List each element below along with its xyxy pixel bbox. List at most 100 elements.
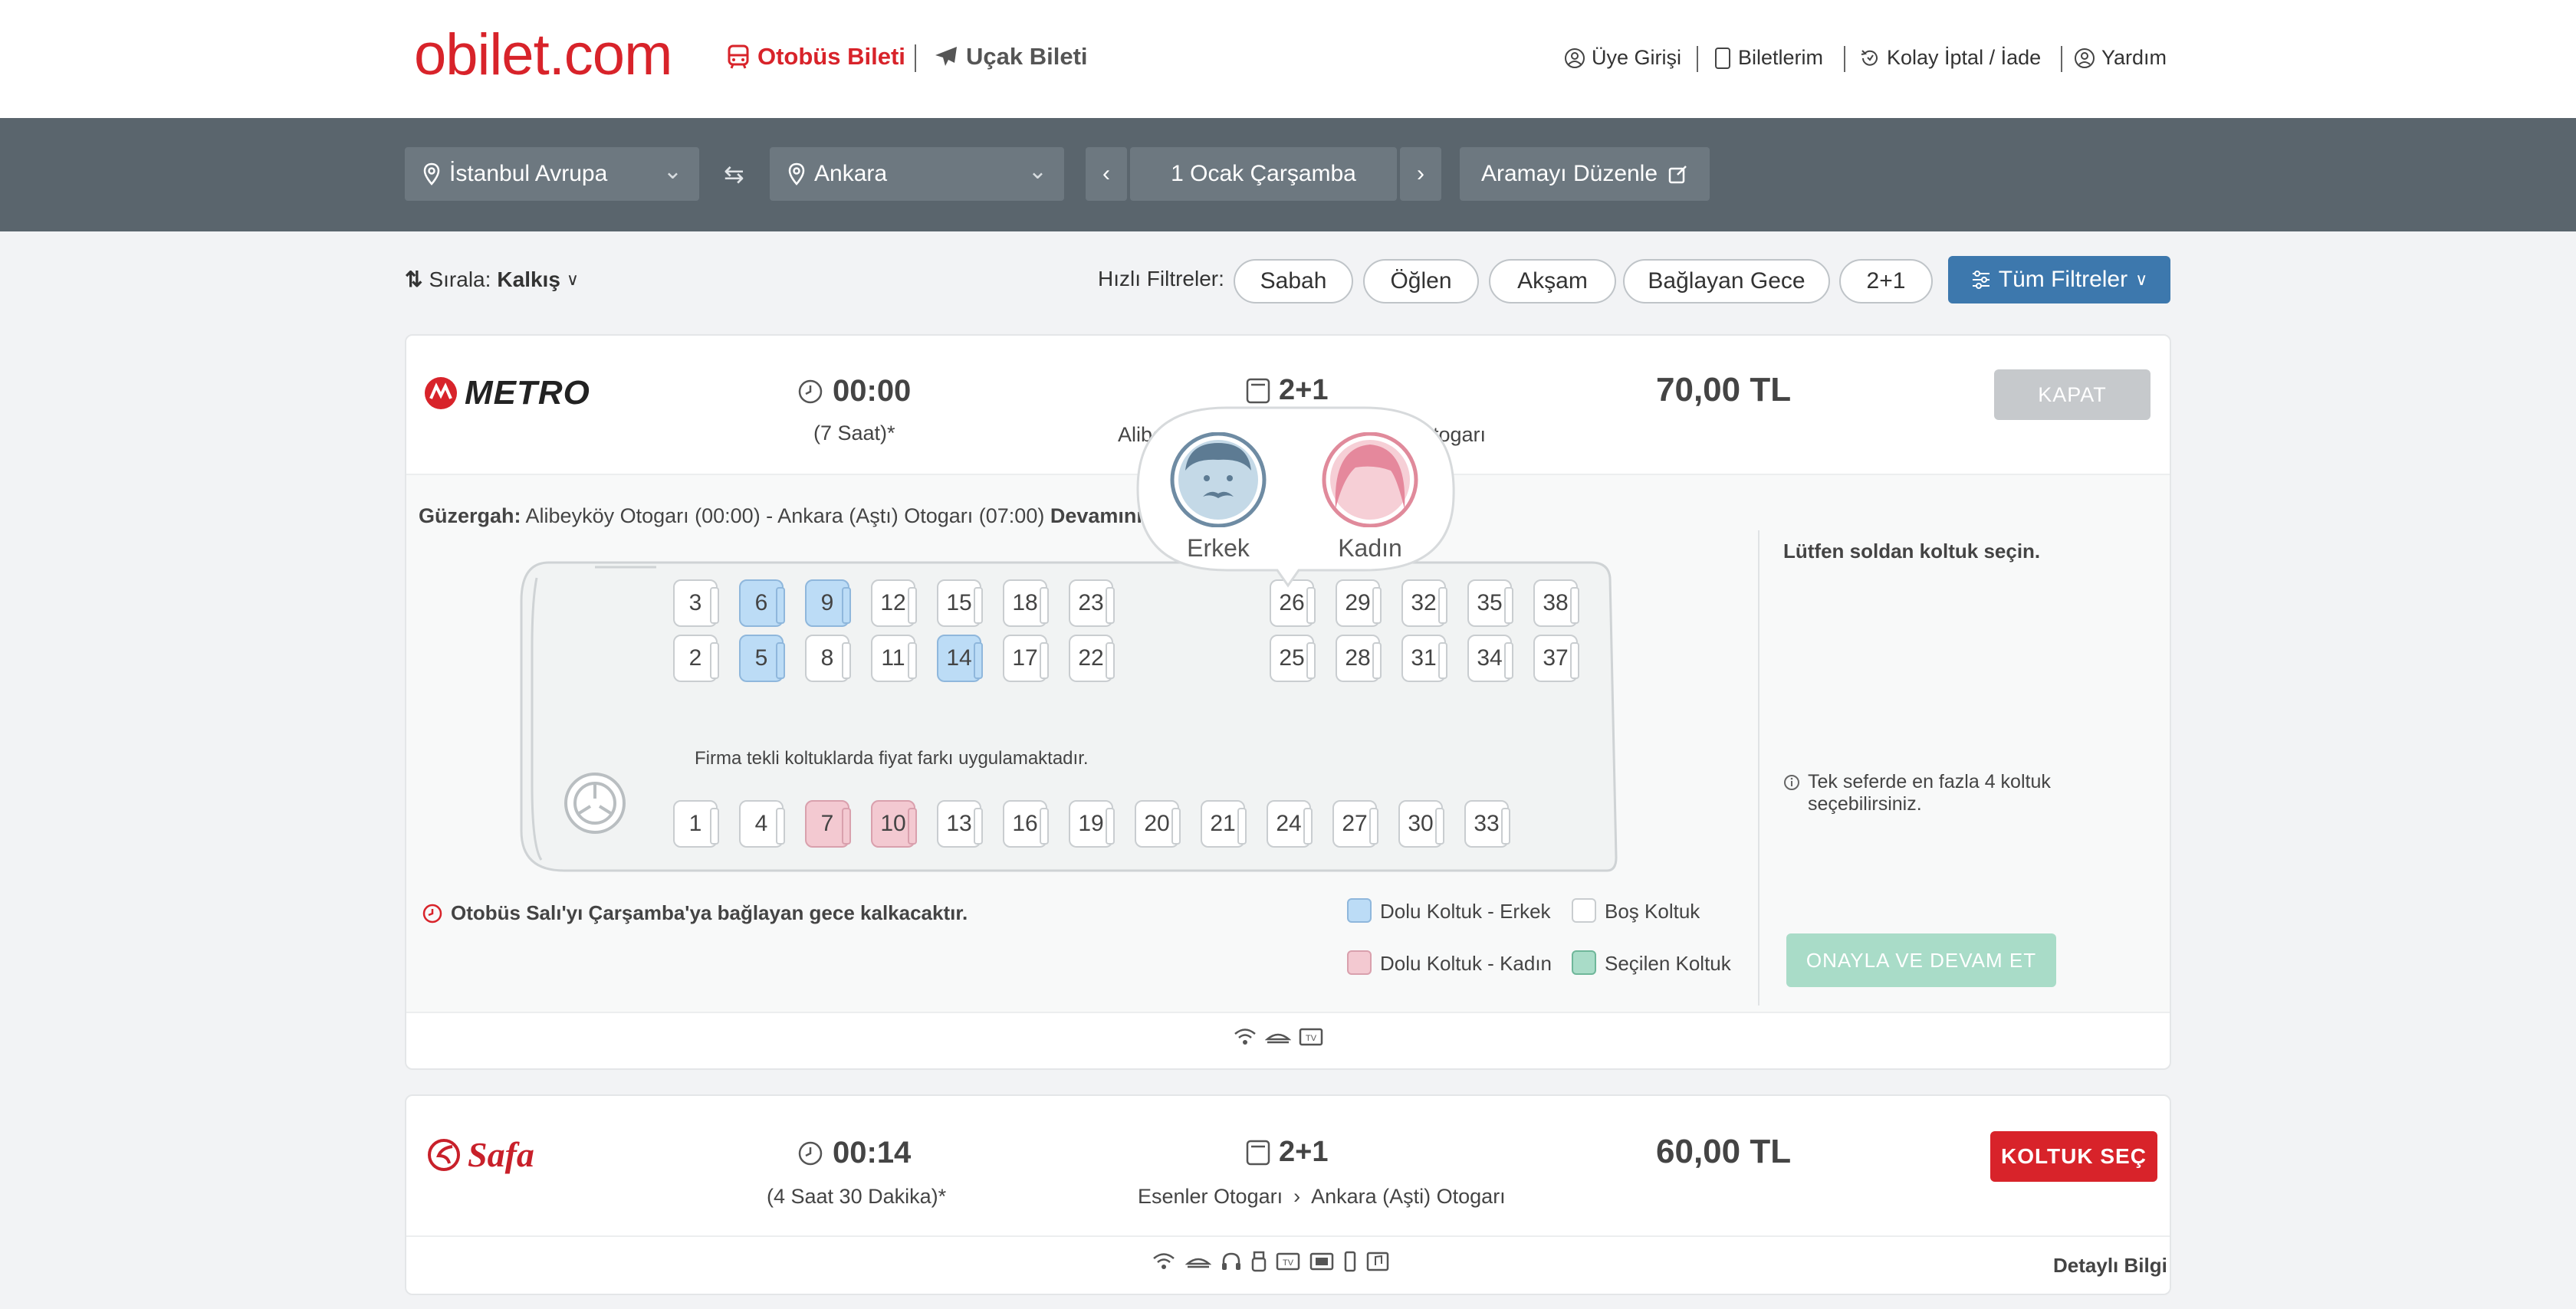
sliders-icon <box>1972 271 1990 289</box>
svg-text:TV: TV <box>1306 1034 1317 1043</box>
departure-time: 00:14 <box>797 1136 911 1170</box>
route-destination: Ankara (Aşti) Otogarı <box>1311 1185 1506 1208</box>
close-button[interactable]: KAPAT <box>1994 369 2150 420</box>
seat-layout: 2+1 <box>1245 1136 1328 1169</box>
seat-12[interactable]: 12 <box>871 579 917 627</box>
clock-icon <box>422 904 442 923</box>
swap-icon[interactable]: ⇆ <box>724 159 744 189</box>
seat-8[interactable]: 8 <box>805 635 851 682</box>
gender-male-option[interactable]: Erkek <box>1168 431 1268 563</box>
help-link[interactable]: Yardım <box>2074 46 2167 70</box>
filter-chip-evening[interactable]: Akşam <box>1489 259 1616 303</box>
seat-23[interactable]: 23 <box>1069 579 1115 627</box>
filter-chip-noon[interactable]: Öğlen <box>1363 259 1479 303</box>
location-pin-icon <box>423 162 440 185</box>
close-label: KAPAT <box>2038 382 2107 406</box>
seat-33[interactable]: 33 <box>1464 800 1510 848</box>
seat-22[interactable]: 22 <box>1069 635 1115 682</box>
gender-female-option[interactable]: Kadın <box>1320 431 1420 563</box>
sort-label: Sırala: <box>429 267 491 291</box>
seat-27[interactable]: 27 <box>1332 800 1378 848</box>
chevron-right-icon: › <box>1417 161 1424 186</box>
date-value: 1 Ocak Çarşamba <box>1171 161 1356 186</box>
filter-chip-overnight[interactable]: Bağlayan Gece <box>1623 259 1830 303</box>
search-bar: İstanbul Avrupa ⌄ ⇆ Ankara ⌄ ‹ 1 Ocak Ça… <box>0 118 2576 231</box>
my-tickets-link[interactable]: Biletlerim <box>1714 46 1823 70</box>
plane-icon <box>935 47 957 66</box>
select-seat-button[interactable]: KOLTUK SEÇ <box>1990 1131 2157 1182</box>
login-link[interactable]: Üye Girişi <box>1564 46 1681 70</box>
seat-34[interactable]: 34 <box>1467 635 1513 682</box>
seat-17[interactable]: 17 <box>1003 635 1049 682</box>
seat-14[interactable]: 14 <box>937 635 983 682</box>
seat-21[interactable]: 21 <box>1201 800 1247 848</box>
seat-3[interactable]: 3 <box>673 579 719 627</box>
wifi-icon <box>1153 1253 1175 1269</box>
seat-16[interactable]: 16 <box>1003 800 1049 848</box>
edit-search-button[interactable]: Aramayı Düzenle <box>1460 147 1710 201</box>
sort-control[interactable]: ⇅ Sırala: Kalkış ∨ <box>405 267 579 292</box>
tab-bus-ticket[interactable]: Otobüs Bileti <box>727 43 905 71</box>
company-logo-metro: METRO <box>423 374 590 412</box>
headphones-icon <box>1222 1252 1240 1270</box>
seat-2[interactable]: 2 <box>673 635 719 682</box>
seat-25[interactable]: 25 <box>1270 635 1316 682</box>
seat-1[interactable]: 1 <box>673 800 719 848</box>
amenities-metro: TV <box>1233 1027 1323 1047</box>
my-tickets-label: Biletlerim <box>1738 46 1824 69</box>
all-filters-button[interactable]: Tüm Filtreler ∨ <box>1948 256 2170 303</box>
seat-19[interactable]: 19 <box>1069 800 1115 848</box>
seat-5[interactable]: 5 <box>739 635 785 682</box>
seat-35[interactable]: 35 <box>1467 579 1513 627</box>
cancel-refund-link[interactable]: Kolay İptal / İade <box>1859 46 2041 70</box>
seat-38[interactable]: 38 <box>1533 579 1579 627</box>
confirm-continue-button[interactable]: ONAYLA VE DEVAM ET <box>1786 933 2056 987</box>
legend-male-swatch <box>1347 898 1372 923</box>
details-link[interactable]: Detaylı Bilgi <box>2053 1254 2167 1278</box>
clock-icon <box>798 379 823 403</box>
seat-9[interactable]: 9 <box>805 579 851 627</box>
seat-20[interactable]: 20 <box>1135 800 1181 848</box>
seat-11[interactable]: 11 <box>871 635 917 682</box>
route-more-link[interactable]: Devamını <box>1050 504 1142 527</box>
confirm-label: ONAYLA VE DEVAM ET <box>1806 948 2037 972</box>
origin-select[interactable]: İstanbul Avrupa ⌄ <box>405 147 699 201</box>
prev-date-button[interactable]: ‹ <box>1086 147 1127 201</box>
obilet-logo[interactable]: obilet.com <box>414 21 672 88</box>
clock-icon <box>798 1141 823 1165</box>
seat-icon <box>1246 1140 1270 1165</box>
destination-select[interactable]: Ankara ⌄ <box>770 147 1064 201</box>
tab-plane-label: Uçak Bileti <box>966 43 1088 70</box>
snack-icon <box>1265 1033 1291 1044</box>
seat-4[interactable]: 4 <box>739 800 785 848</box>
tab-plane-ticket[interactable]: Uçak Bileti <box>934 43 1088 71</box>
seat-31[interactable]: 31 <box>1401 635 1447 682</box>
edit-icon <box>1668 166 1687 184</box>
seat-24[interactable]: 24 <box>1267 800 1313 848</box>
seat-30[interactable]: 30 <box>1398 800 1444 848</box>
seat-37[interactable]: 37 <box>1533 635 1579 682</box>
seat-18[interactable]: 18 <box>1003 579 1049 627</box>
filter-chip-2plus1[interactable]: 2+1 <box>1839 259 1933 303</box>
amenities-divider <box>406 1012 2170 1013</box>
login-label: Üye Girişi <box>1592 46 1682 69</box>
next-date-button[interactable]: › <box>1400 147 1441 201</box>
link-divider <box>1697 46 1698 72</box>
svg-text:TV: TV <box>1283 1258 1294 1268</box>
seat-28[interactable]: 28 <box>1336 635 1382 682</box>
filter-chip-morning[interactable]: Sabah <box>1234 259 1353 303</box>
male-avatar-icon <box>1170 431 1267 528</box>
bus-icon <box>728 44 749 69</box>
seat-13[interactable]: 13 <box>937 800 983 848</box>
duration: (7 Saat)* <box>813 422 895 445</box>
help-icon <box>2075 48 2095 68</box>
seat-15[interactable]: 15 <box>937 579 983 627</box>
legend-male-label: Dolu Koltuk - Erkek <box>1380 900 1551 923</box>
tv-icon: TV <box>1299 1028 1323 1046</box>
seat-10[interactable]: 10 <box>871 800 917 848</box>
info-icon <box>1784 775 1799 790</box>
seat-6[interactable]: 6 <box>739 579 785 627</box>
seat-7[interactable]: 7 <box>805 800 851 848</box>
destination-value: Ankara <box>814 161 888 186</box>
date-field[interactable]: 1 Ocak Çarşamba <box>1130 147 1397 201</box>
